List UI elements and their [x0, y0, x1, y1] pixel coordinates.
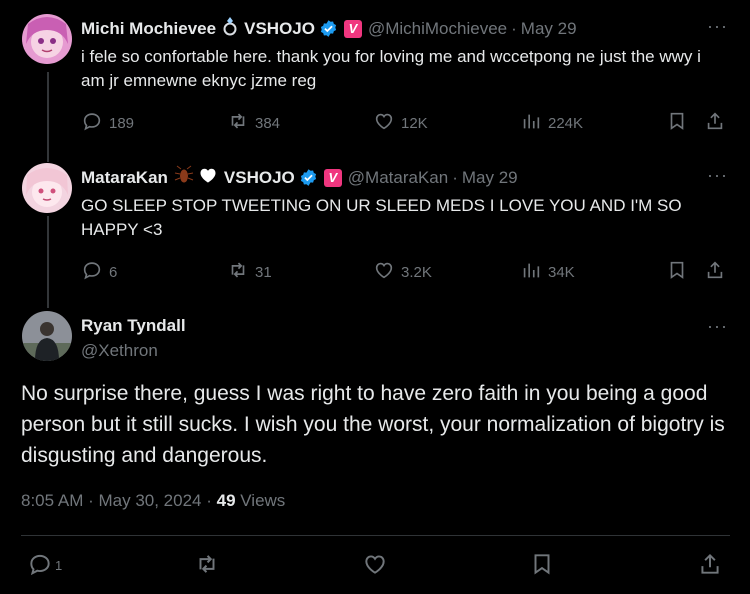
reply-count: 1: [55, 558, 63, 573]
separator: ·: [511, 18, 517, 38]
tweet-text: GO SLEEP STOP TWEETING ON UR SLEED MEDS …: [81, 196, 682, 239]
repost-button[interactable]: 384: [227, 110, 280, 136]
repost-count: 31: [255, 263, 272, 281]
handle[interactable]: @Xethron: [81, 341, 158, 361]
repost-icon: [194, 551, 220, 580]
repost-count: 384: [255, 114, 281, 132]
views-count: 224K: [548, 114, 584, 132]
bookmark-icon: [529, 551, 555, 580]
more-options-button[interactable]: ···: [707, 316, 728, 337]
avatar[interactable]: [22, 311, 72, 361]
divider: [21, 535, 730, 536]
more-options-button[interactable]: ···: [707, 165, 728, 186]
bar-chart-icon: [520, 110, 548, 136]
share-button[interactable]: [704, 110, 726, 136]
share-button[interactable]: [704, 259, 726, 285]
verified-icon: [319, 19, 338, 38]
views-count: 49: [216, 491, 236, 510]
avatar[interactable]: [22, 14, 72, 64]
share-icon: [704, 110, 726, 136]
cockroach-emoji: [174, 165, 194, 190]
display-name[interactable]: MataraKan: [81, 168, 168, 188]
tweet-actions: 189 384 12K 224K: [81, 110, 732, 134]
display-name[interactable]: Ryan Tyndall: [81, 316, 186, 336]
share-icon: [697, 551, 723, 580]
tweet-text: i fele so confortable here. thank you fo…: [81, 47, 701, 90]
bar-chart-icon: [520, 259, 548, 285]
heart-icon: [362, 551, 388, 580]
avatar[interactable]: [22, 163, 72, 213]
reply-button[interactable]: 1: [27, 551, 62, 580]
like-count: 12K: [401, 114, 428, 132]
like-button[interactable]: 12K: [373, 110, 428, 136]
reply-count: 6: [109, 263, 118, 281]
repost-button[interactable]: 31: [227, 259, 272, 285]
display-name[interactable]: Michi Mochievee: [81, 19, 216, 39]
tweet-date[interactable]: May 29: [462, 168, 518, 188]
views-count: 34K: [548, 263, 575, 281]
reply-button[interactable]: 6: [81, 259, 117, 285]
tweet-actions: 6 31 3.2K 34K: [81, 259, 732, 283]
like-button[interactable]: [362, 551, 388, 580]
thread-tweet-1[interactable]: Michi Mochievee VSHOJO V @MichiMochievee…: [0, 0, 750, 150]
heart-icon: [373, 259, 401, 285]
main-tweet-text: No surprise there, guess I was right to …: [21, 382, 725, 467]
reply-count: 189: [109, 114, 135, 132]
share-icon: [704, 259, 726, 285]
share-button[interactable]: [697, 551, 723, 580]
views-label: Views: [235, 491, 286, 510]
vshojo-badge-icon: V: [323, 168, 342, 187]
bookmark-icon: [666, 259, 688, 285]
vshojo-badge-icon: V: [343, 19, 362, 38]
bookmark-button[interactable]: [666, 110, 688, 136]
tweet-date[interactable]: May 29: [521, 19, 577, 39]
handle[interactable]: @MichiMochievee: [368, 19, 507, 39]
affiliation-name: VSHOJO: [223, 167, 295, 187]
views-button[interactable]: 224K: [520, 110, 583, 136]
repost-icon: [227, 259, 255, 285]
bookmark-button[interactable]: [529, 551, 555, 580]
separator: ·: [452, 167, 458, 187]
repost-icon: [227, 110, 255, 136]
repost-button[interactable]: [194, 551, 220, 580]
reply-icon: [81, 110, 109, 136]
bookmark-icon: [666, 110, 688, 136]
tweet-metadata: 8:05 AM · May 30, 2024 · 49 Views: [21, 491, 285, 511]
verified-icon: [299, 168, 318, 187]
thread-tweet-2[interactable]: MataraKan VSHOJO V @MataraKan · May 29 ·…: [0, 150, 750, 300]
ring-emoji: [222, 16, 238, 41]
reply-button[interactable]: 189: [81, 110, 134, 136]
affiliation-name: VSHOJO: [244, 18, 315, 38]
views-button[interactable]: 34K: [520, 259, 575, 285]
handle[interactable]: @MataraKan: [348, 168, 448, 188]
white-heart-emoji: [198, 165, 218, 190]
tweet-timestamp[interactable]: 8:05 AM · May 30, 2024 ·: [21, 491, 217, 510]
heart-icon: [373, 110, 401, 136]
reply-icon: [81, 259, 109, 285]
like-button[interactable]: 3.2K: [373, 259, 432, 285]
main-tweet-actions: 1: [0, 551, 750, 581]
like-count: 3.2K: [401, 263, 432, 281]
more-options-button[interactable]: ···: [707, 16, 728, 37]
bookmark-button[interactable]: [666, 259, 688, 285]
